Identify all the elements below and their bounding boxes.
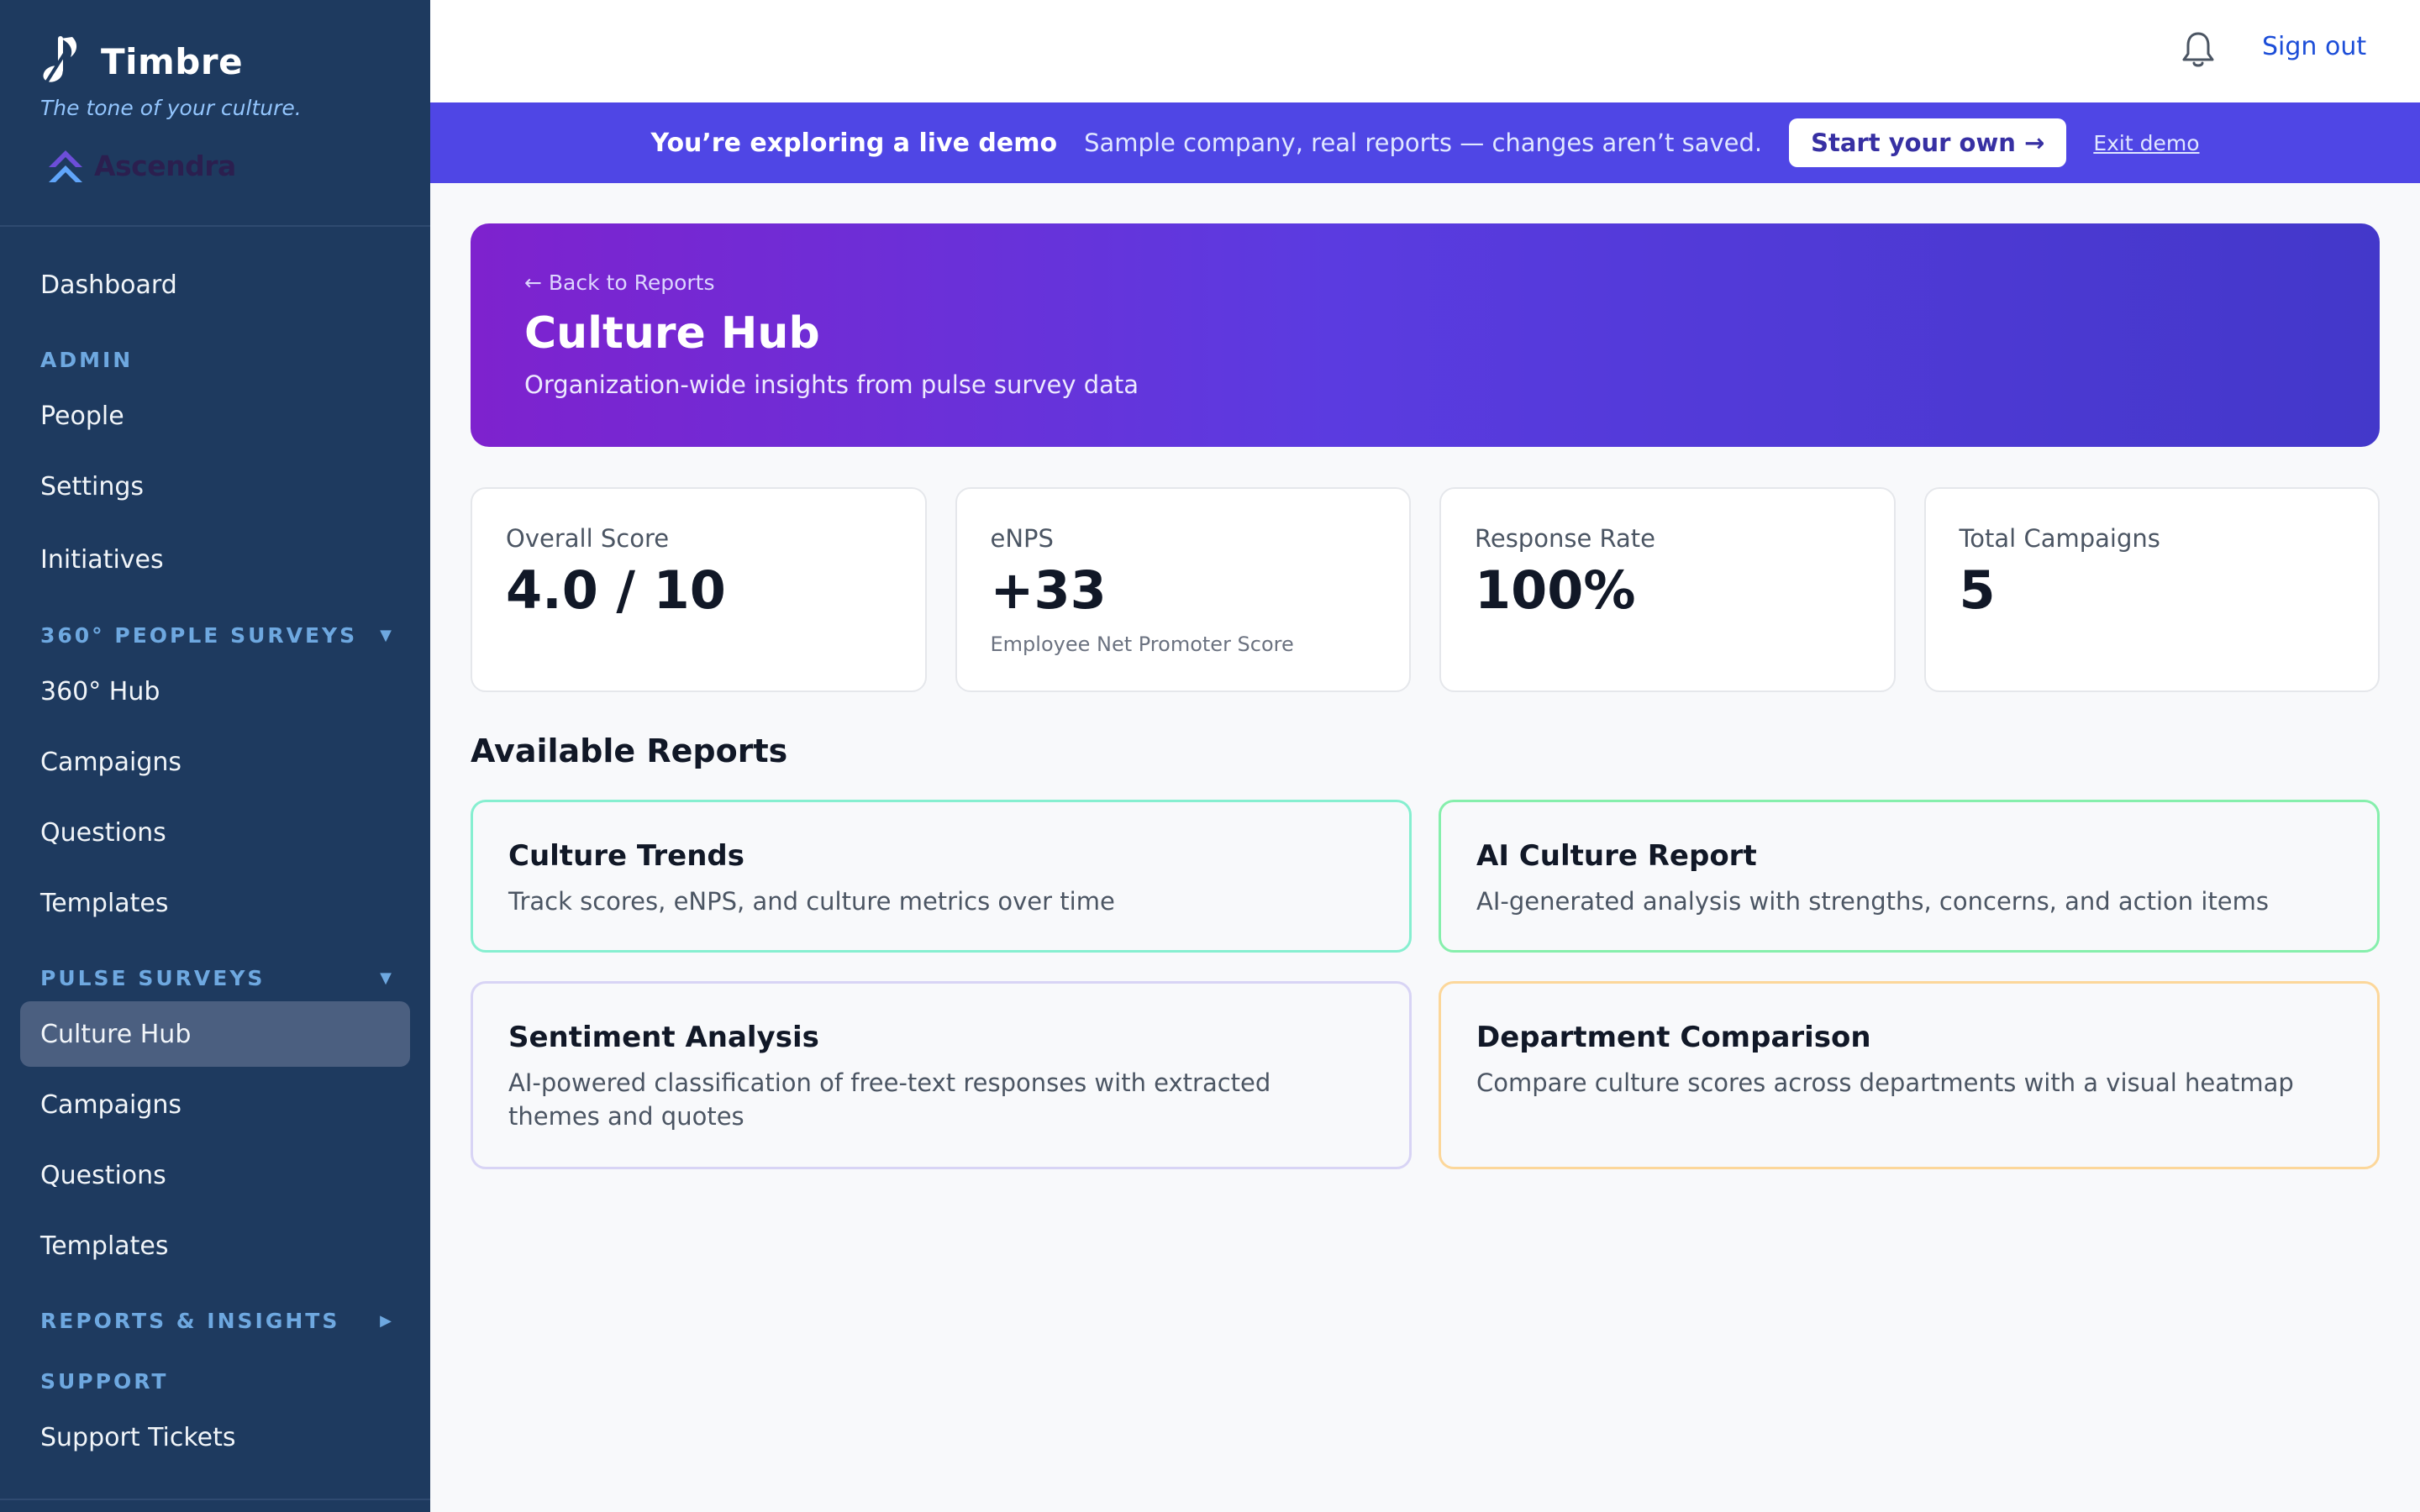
- music-note-icon: [40, 34, 89, 89]
- sidebar-item-support-tickets[interactable]: Support Tickets: [20, 1404, 410, 1470]
- stat-value: 100%: [1475, 559, 1636, 621]
- stat-label: eNPS: [990, 524, 1054, 553]
- section-reports-insights[interactable]: REPORTS & INSIGHTS ▶: [40, 1309, 392, 1333]
- report-card-description: Compare culture scores across department…: [1476, 1068, 2294, 1097]
- section-label: PULSE SURVEYS: [40, 966, 266, 990]
- sidebar-divider: [0, 1499, 430, 1500]
- sidebar-item-settings[interactable]: Settings: [20, 454, 410, 519]
- sidebar-item-pulse-questions[interactable]: Questions: [20, 1142, 410, 1208]
- section-label: REPORTS & INSIGHTS: [40, 1309, 340, 1333]
- report-card-description: Track scores, eNPS, and culture metrics …: [508, 887, 1115, 916]
- back-to-reports-link[interactable]: ← Back to Reports: [524, 270, 2380, 295]
- exit-demo-link[interactable]: Exit demo: [2093, 131, 2199, 155]
- brand-tagline: The tone of your culture.: [40, 96, 302, 120]
- caret-down-icon: ▼: [380, 627, 392, 644]
- page-subtitle: Organization-wide insights from pulse su…: [524, 370, 1139, 399]
- brand-logo[interactable]: Timbre: [40, 34, 430, 89]
- caret-down-icon: ▼: [380, 969, 392, 987]
- stat-label: Overall Score: [506, 524, 670, 553]
- available-reports-heading: Available Reports: [471, 732, 788, 769]
- sidebar-item-people[interactable]: People: [20, 383, 410, 449]
- report-card-description: AI-generated analysis with strengths, co…: [1476, 887, 2270, 916]
- report-card-description: AI-powered classification of free-text r…: [508, 1068, 1271, 1131]
- sidebar-item-360-questions[interactable]: Questions: [20, 800, 410, 865]
- stat-note: Employee Net Promoter Score: [990, 633, 1294, 656]
- sidebar-item-dashboard[interactable]: Dashboard: [20, 252, 410, 318]
- section-360-people-surveys[interactable]: 360° PEOPLE SURVEYS ▼: [40, 623, 392, 648]
- brand-block: Timbre The tone of your culture. Ascendr…: [0, 0, 430, 227]
- sidebar-item-culture-hub[interactable]: Culture Hub: [20, 1001, 410, 1067]
- sidebar-item-360-hub[interactable]: 360° Hub: [20, 659, 410, 724]
- report-card-sentiment-analysis[interactable]: Sentiment Analysis AI-powered classifica…: [471, 981, 1412, 1169]
- page-title: Culture Hub: [524, 308, 820, 359]
- stat-card-response-rate: Response Rate 100%: [1439, 487, 1896, 692]
- stat-value: 4.0 / 10: [506, 559, 726, 621]
- sidebar-item-pulse-templates[interactable]: Templates: [20, 1213, 410, 1278]
- section-admin: ADMIN: [40, 348, 392, 372]
- section-support: SUPPORT: [40, 1369, 392, 1394]
- sign-out-link[interactable]: Sign out: [2262, 32, 2366, 61]
- report-card-title: AI Culture Report: [1476, 839, 1757, 873]
- sidebar-item-360-templates[interactable]: Templates: [20, 870, 410, 936]
- section-label: 360° PEOPLE SURVEYS: [40, 623, 358, 648]
- top-bar: [430, 0, 2420, 102]
- caret-right-icon: ▶: [380, 1312, 392, 1330]
- org-name: Ascendra: [94, 149, 236, 182]
- report-card-culture-trends[interactable]: Culture Trends Track scores, eNPS, and c…: [471, 800, 1412, 953]
- demo-banner-text: Sample company, real reports — changes a…: [1084, 129, 1763, 157]
- demo-banner-title: You’re exploring a live demo: [650, 128, 1058, 158]
- report-card-title: Department Comparison: [1476, 1021, 1871, 1054]
- report-card-department-comparison[interactable]: Department Comparison Compare culture sc…: [1439, 981, 2380, 1169]
- chevron-up-logo-icon: [45, 145, 86, 186]
- org-logo: Ascendra: [45, 145, 430, 186]
- stat-value: +33: [990, 559, 1107, 621]
- stat-card-overall-score: Overall Score 4.0 / 10: [471, 487, 927, 692]
- report-card-ai-culture-report[interactable]: AI Culture Report AI-generated analysis …: [1439, 800, 2380, 953]
- report-card-title: Sentiment Analysis: [508, 1021, 819, 1054]
- sidebar: Timbre The tone of your culture. Ascendr…: [0, 0, 430, 1512]
- stat-label: Total Campaigns: [1959, 524, 2160, 553]
- sidebar-item-pulse-campaigns[interactable]: Campaigns: [20, 1072, 410, 1137]
- section-pulse-surveys[interactable]: PULSE SURVEYS ▼: [40, 966, 392, 990]
- report-card-title: Culture Trends: [508, 839, 744, 873]
- sidebar-item-initiatives[interactable]: Initiatives: [20, 527, 410, 592]
- section-label: ADMIN: [40, 348, 134, 372]
- stat-label: Response Rate: [1475, 524, 1655, 553]
- stat-card-enps: eNPS +33 Employee Net Promoter Score: [955, 487, 1411, 692]
- sidebar-item-360-campaigns[interactable]: Campaigns: [20, 729, 410, 795]
- stats-row: Overall Score 4.0 / 10 eNPS +33 Employee…: [471, 487, 2380, 692]
- page-header-hero: ← Back to Reports Culture Hub Organizati…: [471, 223, 2380, 447]
- section-label: SUPPORT: [40, 1369, 169, 1394]
- demo-banner: You’re exploring a live demo Sample comp…: [430, 102, 2420, 183]
- stat-card-total-campaigns: Total Campaigns 5: [1923, 487, 2380, 692]
- brand-name: Timbre: [101, 40, 244, 82]
- stat-value: 5: [1959, 559, 1996, 621]
- bell-icon[interactable]: [2180, 30, 2217, 69]
- start-your-own-button[interactable]: Start your own →: [1789, 118, 2067, 167]
